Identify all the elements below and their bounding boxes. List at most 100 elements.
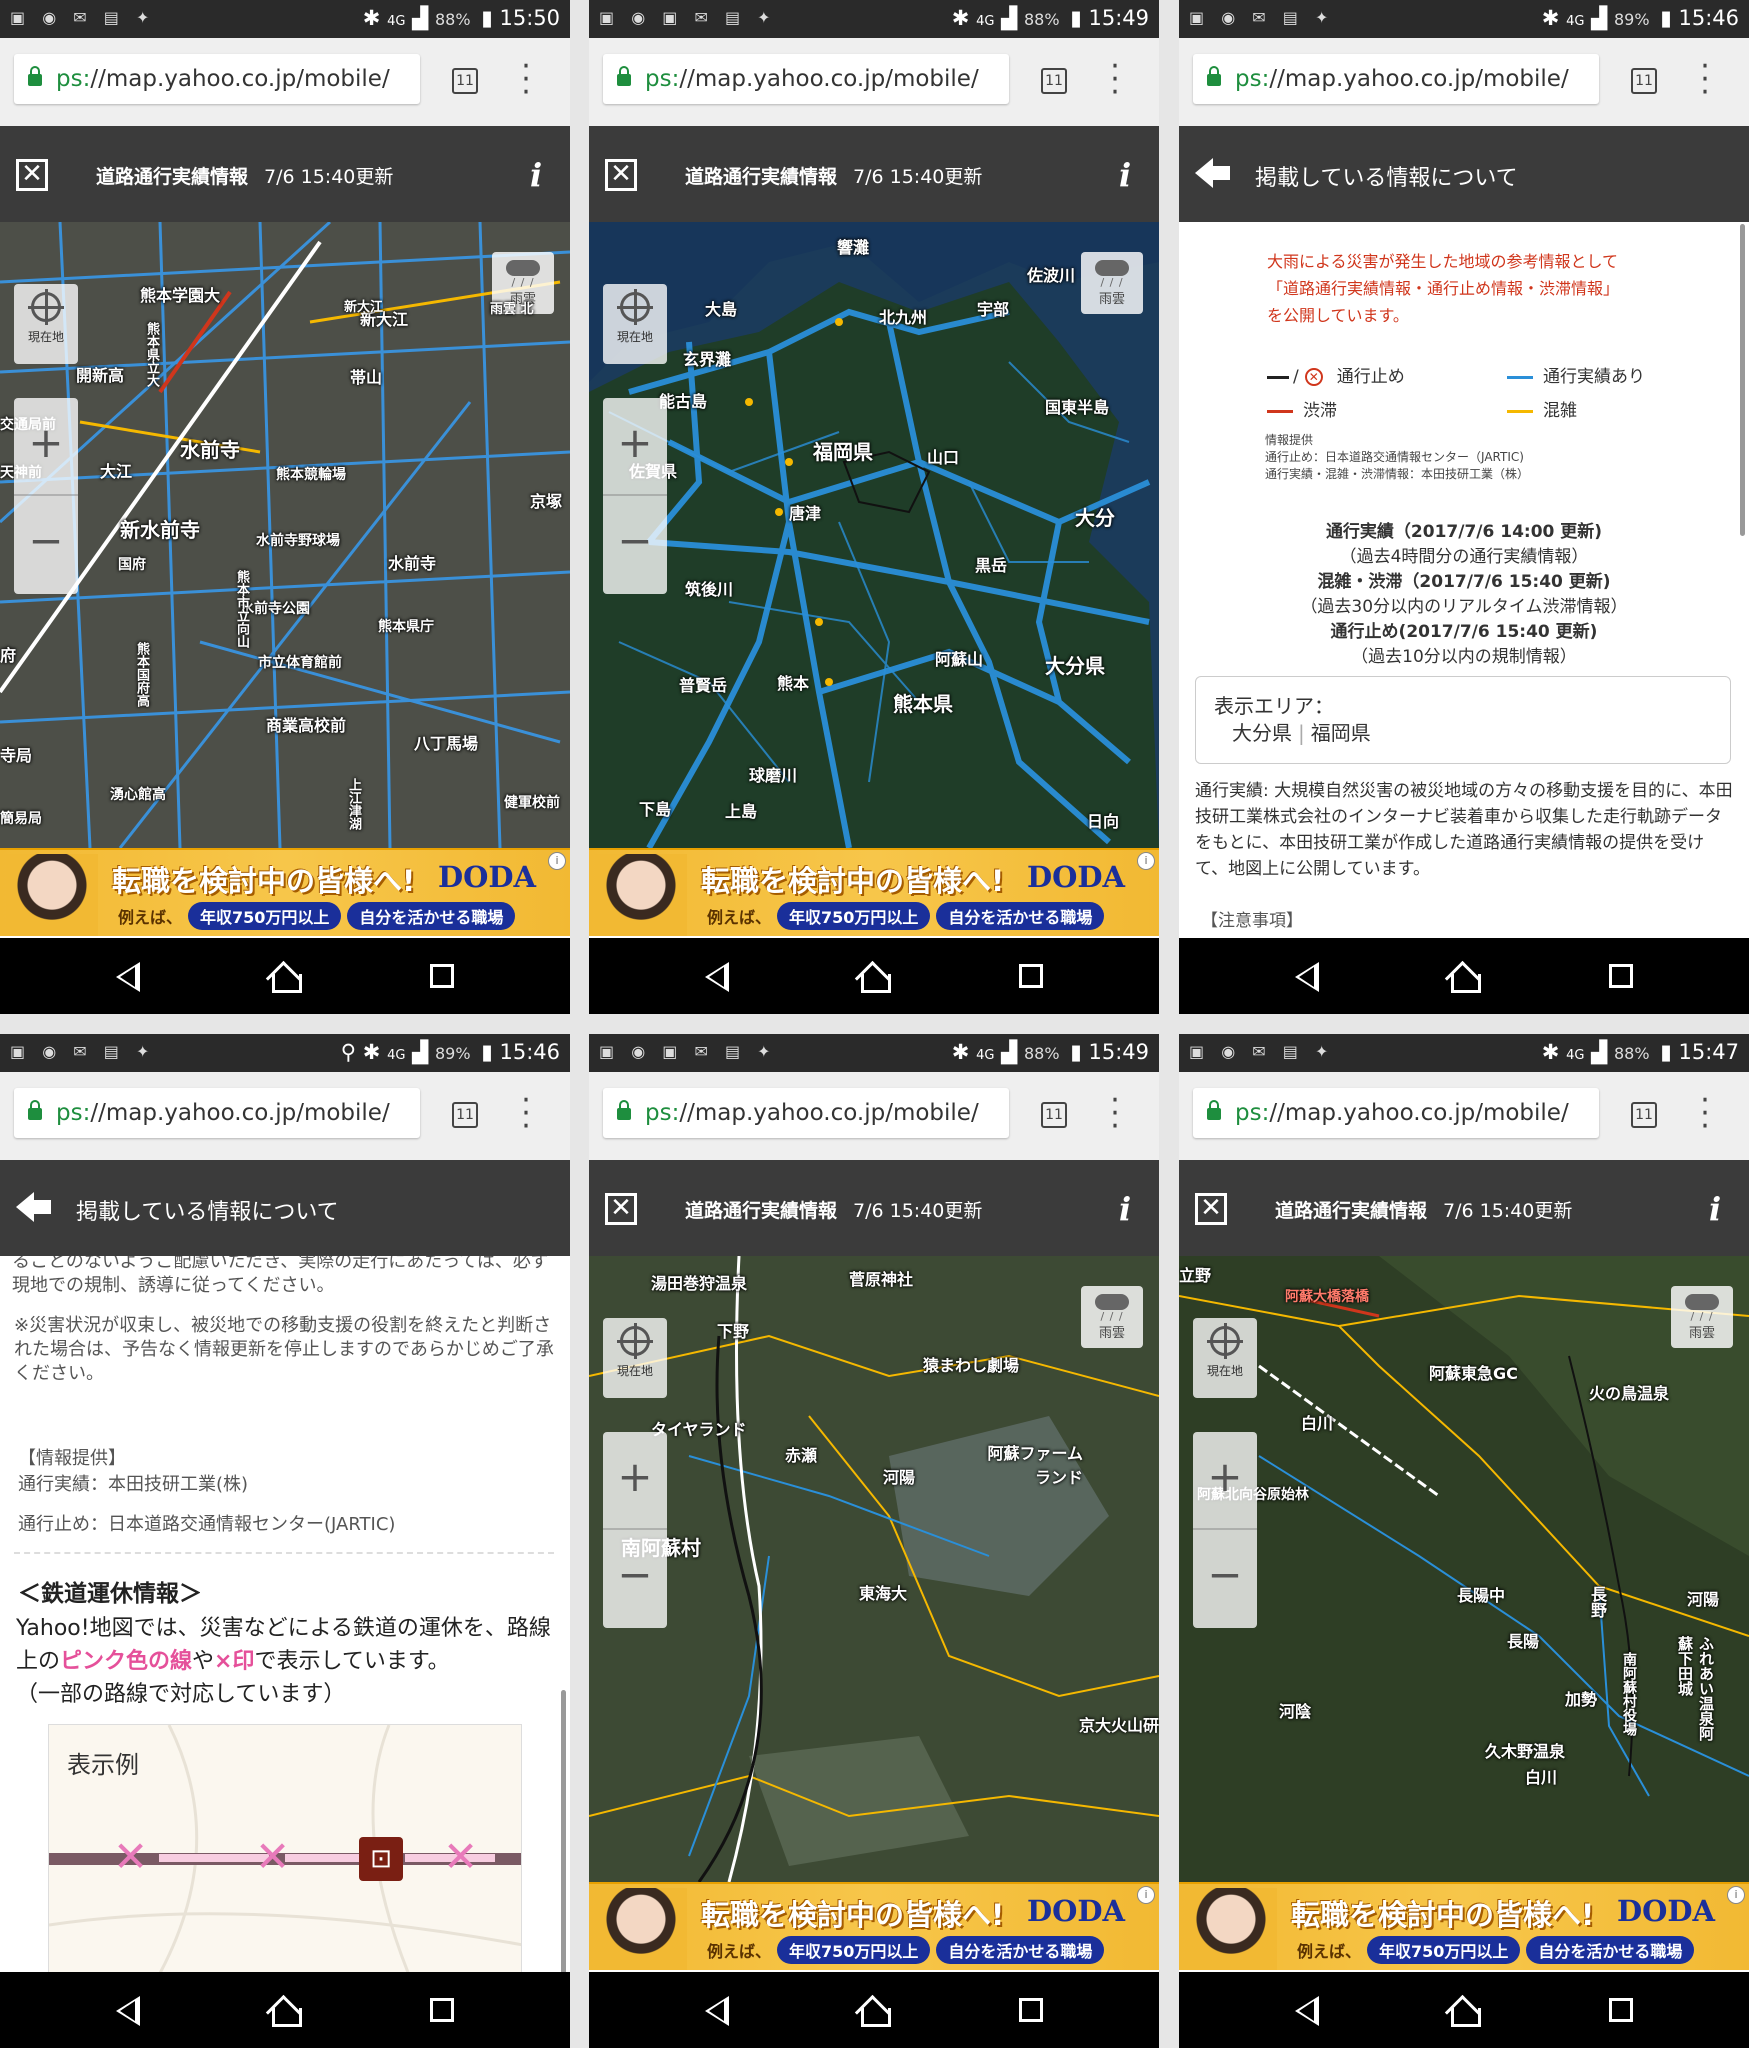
nav-recents-icon[interactable] (1609, 964, 1633, 988)
clock: 15:49 (1088, 1040, 1149, 1064)
nav-home-icon[interactable] (1447, 1994, 1481, 2027)
nav-back-icon[interactable] (705, 1996, 729, 2026)
nav-back-icon[interactable] (705, 962, 729, 992)
rain-icon: / / / (511, 276, 535, 289)
tab-switcher-button[interactable]: 11 (1041, 68, 1067, 94)
tab-switcher-button[interactable]: 11 (1631, 1102, 1657, 1128)
nav-home-icon[interactable] (268, 960, 302, 993)
ad-banner[interactable]: 転職を検討中の皆様へ! DODA 例えば、 年収750万円以上 自分を活かせる職場 … (0, 848, 570, 938)
close-button[interactable]: ✕ (605, 1193, 637, 1225)
close-button[interactable]: ✕ (16, 159, 48, 191)
nav-home-icon[interactable] (857, 1994, 891, 2027)
tab-switcher-button[interactable]: 11 (452, 68, 478, 94)
overflow-menu-icon[interactable]: · · · (1699, 1086, 1711, 1142)
map-label: 熊本国府高 (134, 642, 149, 707)
zoom-in-button[interactable]: + (14, 398, 78, 496)
legend-label: 通行実績あり (1543, 367, 1645, 387)
url-field[interactable]: ps://map.yahoo.co.jp/mobile/ (1193, 54, 1599, 104)
current-location-button[interactable]: 現在地 (14, 284, 78, 364)
nav-recents-icon[interactable] (430, 1998, 454, 2022)
url-field[interactable]: ps://map.yahoo.co.jp/mobile/ (603, 54, 1009, 104)
zoom-out-button[interactable]: − (14, 496, 78, 594)
rain-cloud-button[interactable]: / / / 雨雲 (1081, 252, 1143, 314)
notification-icons: ▣ ◉ ✉ ▤ ✦ (10, 8, 156, 27)
nav-back-icon[interactable] (116, 1996, 140, 2026)
ad-banner[interactable]: 転職を検討中の皆様へ! DODA 例えば、 年収750万円以上 自分を活かせる職場 … (589, 848, 1159, 938)
info-icon[interactable]: i (1119, 1190, 1131, 1228)
map-label: 健軍校前 (504, 795, 560, 811)
battery-icon: ▮ (1070, 6, 1082, 30)
nav-recents-icon[interactable] (1019, 964, 1043, 988)
map-view[interactable]: 響灘 佐波川 大島 宇部 北九州 玄界灘 能古島 国東半島 福岡県 山口 佐賀県… (589, 222, 1159, 848)
map-label: 大分 (1075, 506, 1115, 530)
info-page[interactable]: ることのないようご配慮いただき、実際の走行にあたっては、必ず現地での規制、誘導に… (0, 1256, 570, 1972)
info-page[interactable]: 大雨による災害が発生した地域の参考情報として 「道路通行実績情報・通行止め情報・… (1179, 222, 1749, 938)
nav-home-icon[interactable] (857, 960, 891, 993)
map-view[interactable]: 立野 阿蘇大橋落橋 阿蘇東急GC 火の鳥温泉 白川 長陽中 長陽 阿蘇北向谷原始… (1179, 1256, 1749, 1882)
overflow-menu-icon[interactable]: · · · (1109, 1086, 1121, 1142)
rail-example-box: 表示例 ✕ ✕ ✕ ⊡ (48, 1724, 522, 1972)
info-header: 掲載している情報について (1179, 126, 1749, 222)
url-field[interactable]: ps://map.yahoo.co.jp/mobile/ (14, 54, 420, 104)
info-icon[interactable]: i (1119, 156, 1131, 194)
android-nav-bar (0, 938, 570, 1014)
url-field[interactable]: ps://map.yahoo.co.jp/mobile/ (603, 1088, 1009, 1138)
ad-banner[interactable]: 転職を検討中の皆様へ! DODA 例えば、 年収750万円以上 自分を活かせる職場 … (589, 1882, 1159, 1972)
ad-banner[interactable]: 転職を検討中の皆様へ! DODA 例えば、 年収750万円以上 自分を活かせる職場 … (1179, 1882, 1749, 1972)
overflow-menu-icon[interactable]: · · · (520, 52, 532, 108)
overflow-menu-icon[interactable]: · · · (1109, 52, 1121, 108)
url-field[interactable]: ps://map.yahoo.co.jp/mobile/ (14, 1088, 420, 1138)
overflow-menu-icon[interactable]: · · · (520, 1086, 532, 1142)
nav-recents-icon[interactable] (430, 964, 454, 988)
ad-sub-prefix: 例えば、 (118, 908, 183, 927)
tab-switcher-button[interactable]: 11 (1631, 68, 1657, 94)
ad-choices-icon[interactable]: i (1137, 1886, 1155, 1904)
current-location-button[interactable]: 現在地 (603, 1318, 667, 1398)
zoom-in-button[interactable]: + (603, 398, 667, 496)
info-icon[interactable]: i (530, 156, 542, 194)
zoom-in-button[interactable]: + (603, 1432, 667, 1530)
zoom-out-button[interactable]: − (1193, 1530, 1257, 1628)
ad-choices-icon[interactable]: i (1137, 852, 1155, 870)
current-location-button[interactable]: 現在地 (603, 284, 667, 364)
scrollbar[interactable] (561, 1690, 566, 1972)
tab-switcher-button[interactable]: 11 (1041, 1102, 1067, 1128)
map-label: ふれあい温泉阿蘇下田城 (1676, 1636, 1715, 1741)
info-icon[interactable]: i (1709, 1190, 1721, 1228)
scrollbar[interactable] (1740, 224, 1745, 536)
ad-choices-icon[interactable]: i (548, 852, 566, 870)
ad-brand-logo: DODA (1027, 860, 1126, 894)
rain-cloud-button[interactable]: / / / 雨雲 (1671, 1286, 1733, 1348)
map-view[interactable]: 熊本学園大 新大江 帯山 開新高 交通局前 大江 水前寺 熊本競輪場 京塚 新水… (0, 222, 570, 848)
close-button[interactable]: ✕ (1195, 1193, 1227, 1225)
back-arrow-icon[interactable] (16, 1192, 56, 1222)
nav-recents-icon[interactable] (1609, 1998, 1633, 2022)
nav-home-icon[interactable] (268, 1994, 302, 2027)
ad-sub-prefix: 例えば、 (1297, 1942, 1362, 1961)
zoom-out-button[interactable]: − (603, 1530, 667, 1628)
map-view[interactable]: 湯田巻狩温泉 菅原神社 下野 猿まわし劇場 タイヤランド 赤瀬 河陽 阿蘇ファー… (589, 1256, 1159, 1882)
tab-switcher-button[interactable]: 11 (452, 1102, 478, 1128)
current-location-label: 現在地 (27, 330, 64, 344)
overflow-menu-icon[interactable]: · · · (1699, 52, 1711, 108)
nav-back-icon[interactable] (1295, 962, 1319, 992)
ad-pill-salary: 年収750万円以上 (188, 902, 342, 930)
zoom-out-button[interactable]: − (603, 496, 667, 594)
map-label: 加勢 (1565, 1690, 1598, 1709)
back-arrow-icon[interactable] (1195, 158, 1235, 188)
ad-choices-icon[interactable]: i (1727, 1886, 1745, 1904)
url-field[interactable]: ps://map.yahoo.co.jp/mobile/ (1193, 1088, 1599, 1138)
nav-home-icon[interactable] (1447, 960, 1481, 993)
close-button[interactable]: ✕ (605, 159, 637, 191)
rain-cloud-button[interactable]: / / / 雨雲 (1081, 1286, 1143, 1348)
map-label: 日向 (1087, 812, 1120, 831)
nav-recents-icon[interactable] (1019, 1998, 1043, 2022)
provider-line: 通行実績：本田技研工業(株) (18, 1474, 249, 1495)
yellow-line-swatch (1507, 409, 1533, 413)
nav-back-icon[interactable] (1295, 1996, 1319, 2026)
map-label: 東海大 (859, 1584, 908, 1603)
ad-pill-workplace: 自分を活かせる職場 (1526, 1936, 1695, 1964)
nav-back-icon[interactable] (116, 962, 140, 992)
zoom-in-button[interactable]: + (1193, 1432, 1257, 1530)
current-location-button[interactable]: 現在地 (1193, 1318, 1257, 1398)
